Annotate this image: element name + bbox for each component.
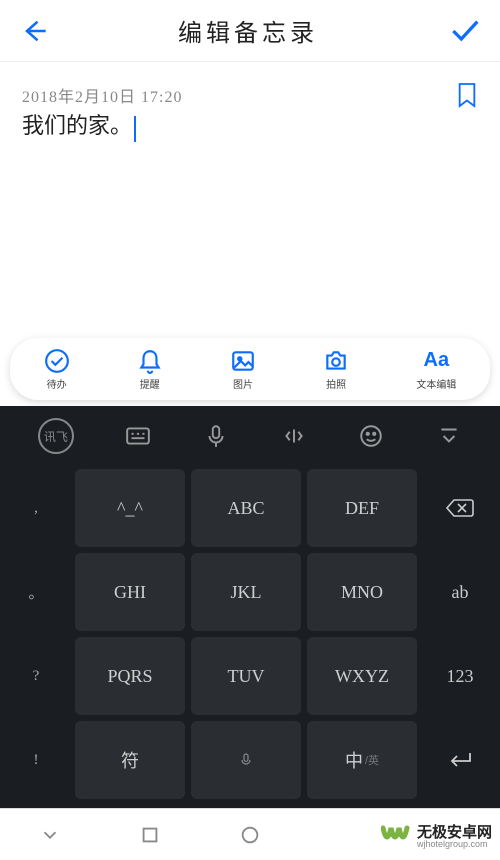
bookmark-icon[interactable]: [456, 82, 478, 108]
keyboard: 讯飞 , ^_^ ABC DEF 。 GHI JKL MNO ab ? PQRS…: [0, 406, 500, 808]
key-def[interactable]: DEF: [307, 469, 417, 547]
note-body[interactable]: 我们的家。: [22, 108, 478, 142]
key-language[interactable]: 中/英: [307, 721, 417, 799]
key-period[interactable]: 。: [3, 553, 69, 631]
key-pqrs[interactable]: PQRS: [75, 637, 185, 715]
text-cursor: [134, 116, 136, 142]
enter-icon: [447, 750, 473, 770]
image-icon: [230, 348, 256, 374]
note-text: 我们的家。: [22, 113, 132, 138]
nav-recent-icon[interactable]: [139, 824, 161, 846]
key-question[interactable]: ?: [3, 637, 69, 715]
key-exclaim[interactable]: !: [3, 721, 69, 799]
check-circle-icon: [44, 348, 70, 374]
timestamp: 2018年2月10日 17:20: [22, 83, 182, 107]
key-comma[interactable]: ,: [3, 469, 69, 547]
nav-hide-keyboard-icon[interactable]: [39, 824, 61, 846]
tool-text-edit[interactable]: Aa 文本编辑: [416, 348, 456, 391]
key-123-mode[interactable]: 123: [423, 637, 497, 715]
key-emoticon[interactable]: ^_^: [75, 469, 185, 547]
key-mno[interactable]: MNO: [307, 553, 417, 631]
collapse-keyboard-icon[interactable]: [436, 423, 462, 449]
watermark-title: 无极安卓网: [417, 825, 492, 840]
microphone-icon[interactable]: [203, 423, 229, 449]
tool-todo[interactable]: 待办: [44, 348, 70, 391]
tool-image[interactable]: 图片: [230, 348, 256, 391]
key-enter[interactable]: [423, 721, 497, 799]
mic-small-icon: [238, 752, 254, 768]
key-ghi[interactable]: GHI: [75, 553, 185, 631]
watermark: 无极安卓网 wjhotelgroup.com: [381, 824, 492, 850]
key-space[interactable]: [191, 721, 301, 799]
watermark-url: wjhotelgroup.com: [417, 840, 492, 849]
page-title: 编辑备忘录: [178, 13, 318, 48]
key-wxyz[interactable]: WXYZ: [307, 637, 417, 715]
key-tuv[interactable]: TUV: [191, 637, 301, 715]
confirm-icon[interactable]: [448, 15, 480, 47]
key-abc[interactable]: ABC: [191, 469, 301, 547]
nav-home-icon[interactable]: [239, 824, 261, 846]
key-ab-mode[interactable]: ab: [423, 553, 497, 631]
key-backspace[interactable]: [423, 469, 497, 547]
keyboard-layout-icon[interactable]: [125, 423, 151, 449]
watermark-logo-icon: [381, 824, 413, 850]
emoji-icon[interactable]: [358, 423, 384, 449]
text-aa-icon: Aa: [424, 348, 450, 374]
tool-reminder[interactable]: 提醒: [137, 348, 163, 391]
key-jkl[interactable]: JKL: [191, 553, 301, 631]
ime-logo-icon[interactable]: 讯飞: [38, 418, 74, 454]
key-symbols[interactable]: 符: [75, 721, 185, 799]
tool-camera[interactable]: 拍照: [323, 348, 349, 391]
bell-icon: [137, 348, 163, 374]
back-icon[interactable]: [20, 17, 48, 45]
camera-icon: [323, 348, 349, 374]
backspace-icon: [446, 498, 474, 518]
cursor-move-icon[interactable]: [281, 423, 307, 449]
edit-toolbar: 待办 提醒 图片 拍照 Aa 文本编辑: [10, 338, 490, 400]
